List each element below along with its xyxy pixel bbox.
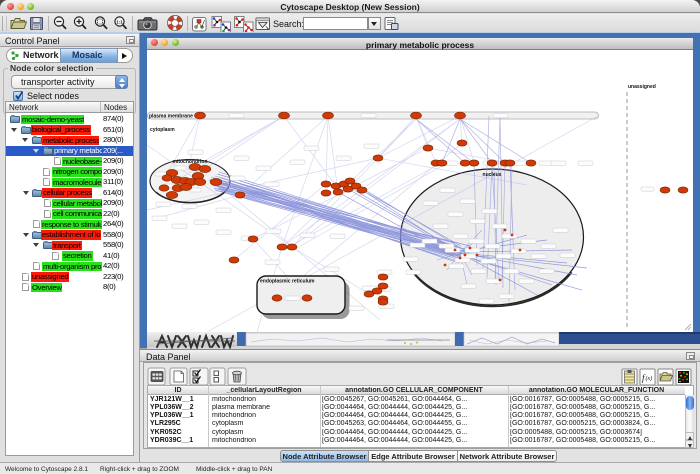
svg-text:nucleus: nucleus: [483, 172, 502, 178]
svg-text:1:1: 1:1: [116, 20, 123, 25]
svg-text:plasma membrane: plasma membrane: [149, 114, 193, 120]
svg-text:mitochondrion: mitochondrion: [173, 159, 208, 165]
svg-text:cytoplasm: cytoplasm: [150, 127, 175, 133]
svg-text:(x): (x): [646, 375, 653, 382]
svg-text:unassigned: unassigned: [628, 84, 656, 90]
svg-text:endoplasmic reticulum: endoplasmic reticulum: [260, 279, 315, 285]
